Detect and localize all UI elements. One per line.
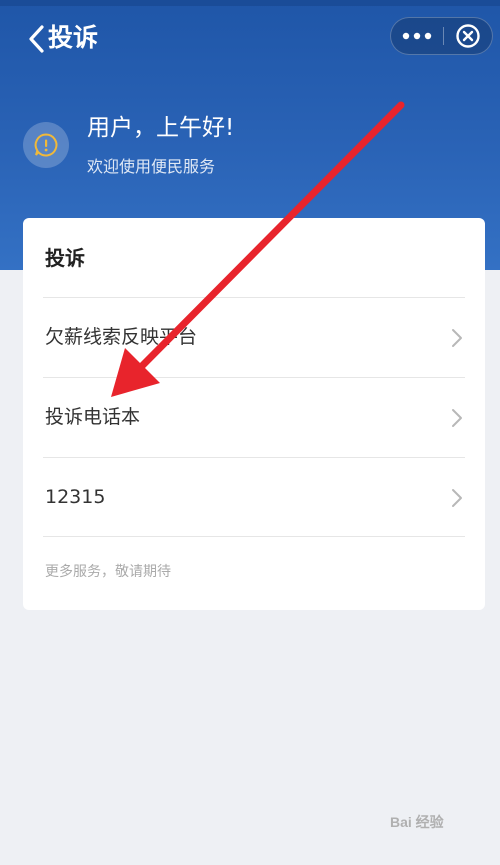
close-circle-icon[interactable] [444, 18, 492, 54]
avatar [23, 122, 69, 168]
notice-icon [34, 133, 58, 157]
list-item-label: 12315 [45, 486, 106, 508]
welcome-text: 欢迎使用便民服务 [87, 157, 216, 176]
complaint-card: 投诉 欠薪线索反映平台 投诉电话本 12315 更多服务，敬请期待 [23, 218, 485, 610]
chevron-right-icon [452, 329, 462, 347]
list-item-wage-arrears[interactable]: 欠薪线索反映平台 [43, 297, 465, 378]
list-item-complaint-phonebook[interactable]: 投诉电话本 [43, 377, 465, 458]
watermark: Bai 经验 [390, 814, 444, 830]
card-title: 投诉 [45, 246, 85, 270]
divider [43, 536, 465, 537]
more-dots-icon[interactable] [391, 18, 443, 54]
list-item-12315[interactable]: 12315 [43, 457, 465, 538]
mini-program-capsule [390, 17, 493, 55]
chevron-right-icon [452, 409, 462, 427]
status-bar [0, 0, 500, 6]
page-title: 投诉 [48, 23, 99, 52]
list-item-label: 欠薪线索反映平台 [45, 326, 198, 348]
list-item-label: 投诉电话本 [45, 406, 141, 428]
more-services-text: 更多服务，敬请期待 [45, 564, 171, 580]
chevron-right-icon [452, 489, 462, 507]
greeting-text: 用户，上午好! [87, 115, 235, 141]
